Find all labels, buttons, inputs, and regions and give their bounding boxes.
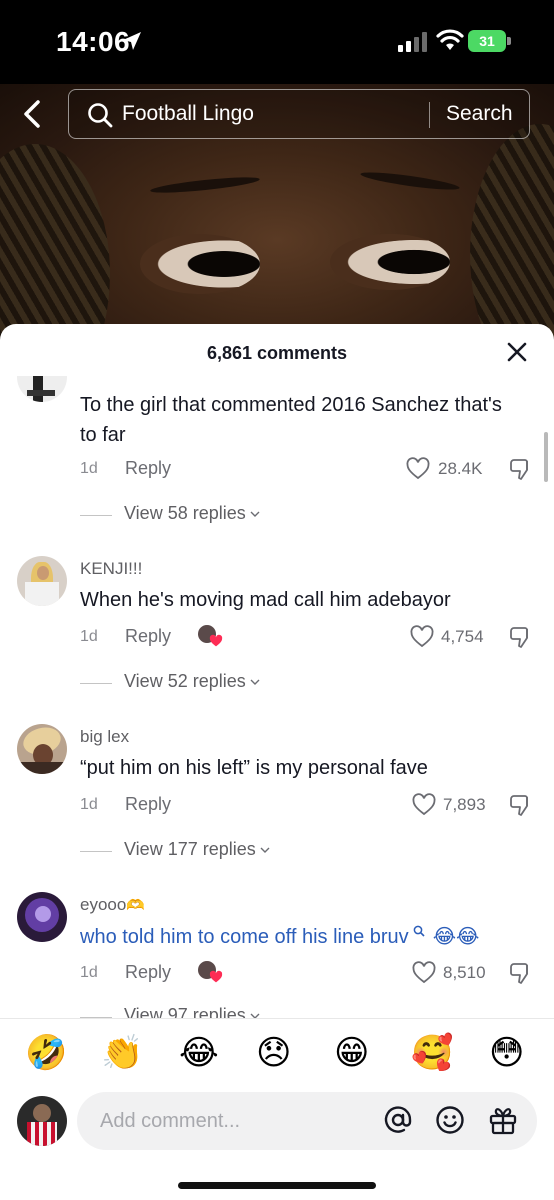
comment-text: “put him on his left” is my personal fav…: [80, 757, 428, 779]
emoji-grin[interactable]: 😁: [334, 1033, 369, 1073]
emoji-flushed[interactable]: 😳: [489, 1033, 524, 1073]
back-chevron-icon[interactable]: [14, 96, 50, 132]
comment-text: When he's moving mad call him adebayor: [80, 589, 451, 611]
reply-button[interactable]: Reply: [125, 962, 171, 983]
creator-liked-badge: [197, 960, 223, 984]
reply-button[interactable]: Reply: [125, 458, 171, 479]
comment-time: 1d: [80, 796, 98, 813]
like-count: 4,754: [441, 627, 484, 646]
search-query[interactable]: Football Lingo: [122, 102, 254, 126]
heart-icon[interactable]: [406, 457, 430, 481]
avatar[interactable]: [17, 892, 67, 942]
comment-time: 1d: [80, 628, 98, 645]
close-icon[interactable]: [505, 340, 529, 364]
dislike-icon[interactable]: [508, 625, 532, 649]
battery-level: 31: [468, 30, 506, 52]
at-icon[interactable]: [383, 1105, 413, 1135]
reply-button[interactable]: Reply: [125, 626, 171, 647]
view-replies-label: View 177 replies: [124, 839, 256, 859]
dislike-icon[interactable]: [508, 961, 532, 985]
search-icon[interactable]: [413, 925, 425, 937]
like-count: 8,510: [443, 963, 486, 982]
search-icon: [88, 103, 113, 128]
comment-time: 1d: [80, 460, 98, 477]
comment-text: To the girl that commented 2016 Sanchez …: [80, 394, 502, 446]
comments-count-title: 6,861 comments: [206, 343, 348, 363]
comment-text: who told him to come off his line bruv 😂😂: [80, 921, 520, 952]
comment-input[interactable]: Add comment...: [77, 1092, 537, 1150]
emoji-clap[interactable]: 👏: [101, 1033, 143, 1073]
avatar[interactable]: [17, 376, 67, 402]
view-replies-label: View 52 replies: [124, 671, 246, 691]
view-replies-label: View 97 replies: [124, 1005, 246, 1018]
signal-icon: [398, 32, 427, 52]
creator-liked-badge: [197, 624, 223, 648]
battery-icon: 31: [468, 30, 512, 52]
search-button[interactable]: Search: [446, 102, 513, 126]
avatar[interactable]: [17, 724, 67, 774]
chevron-down-icon: [250, 511, 260, 517]
like-count: 7,893: [443, 795, 486, 814]
heart-icon[interactable]: [410, 625, 434, 649]
search-divider: [429, 102, 430, 128]
location-arrow-icon: [123, 32, 141, 50]
avatar[interactable]: [17, 556, 67, 606]
chevron-down-icon: [250, 679, 260, 685]
comment-emoji: 😂😂: [432, 924, 480, 948]
view-replies-label: View 58 replies: [124, 503, 246, 523]
chevron-down-icon: [250, 1013, 260, 1018]
heart-hands-emoji: 🫶: [126, 896, 146, 914]
gift-icon[interactable]: [487, 1104, 519, 1136]
status-time: 14:06: [56, 26, 131, 57]
chevron-down-icon: [260, 847, 270, 853]
search-bar[interactable]: Football Lingo Search: [68, 89, 530, 139]
emoji-icon[interactable]: [435, 1105, 465, 1135]
comments-list[interactable]: To the girl that commented 2016 Sanchez …: [0, 376, 554, 1018]
emoji-quick-bar: 🤣 👏 😂 😞 😁 🥰 😳: [0, 1018, 554, 1082]
heart-icon[interactable]: [412, 793, 436, 817]
wifi-icon: [436, 29, 464, 50]
comment-input-placeholder: Add comment...: [100, 1110, 241, 1132]
emoji-joy[interactable]: 😂: [179, 1033, 219, 1073]
status-bar: 14:06 31: [0, 0, 554, 84]
dislike-icon[interactable]: [508, 793, 532, 817]
home-indicator: [178, 1182, 376, 1189]
like-count: 28.4K: [438, 459, 483, 478]
emoji-smiling-hearts[interactable]: 🥰: [411, 1033, 453, 1073]
my-avatar[interactable]: [17, 1096, 67, 1146]
comment-username[interactable]: big lex: [80, 727, 129, 747]
dislike-icon[interactable]: [508, 457, 532, 481]
comment-time: 1d: [80, 964, 98, 981]
heart-icon[interactable]: [412, 961, 436, 985]
comment-username[interactable]: KENJI!!!: [80, 559, 142, 579]
comment-search-link[interactable]: who told him to come off his line bruv: [80, 926, 409, 948]
comments-sheet: 6,861 comments To the girl that commente…: [0, 324, 554, 1200]
emoji-disappointed[interactable]: 😞: [256, 1033, 291, 1073]
reply-button[interactable]: Reply: [125, 794, 171, 815]
scrollbar[interactable]: [544, 432, 548, 482]
emoji-rofl[interactable]: 🤣: [25, 1033, 67, 1073]
comment-username[interactable]: eyooo🫶: [80, 895, 145, 915]
